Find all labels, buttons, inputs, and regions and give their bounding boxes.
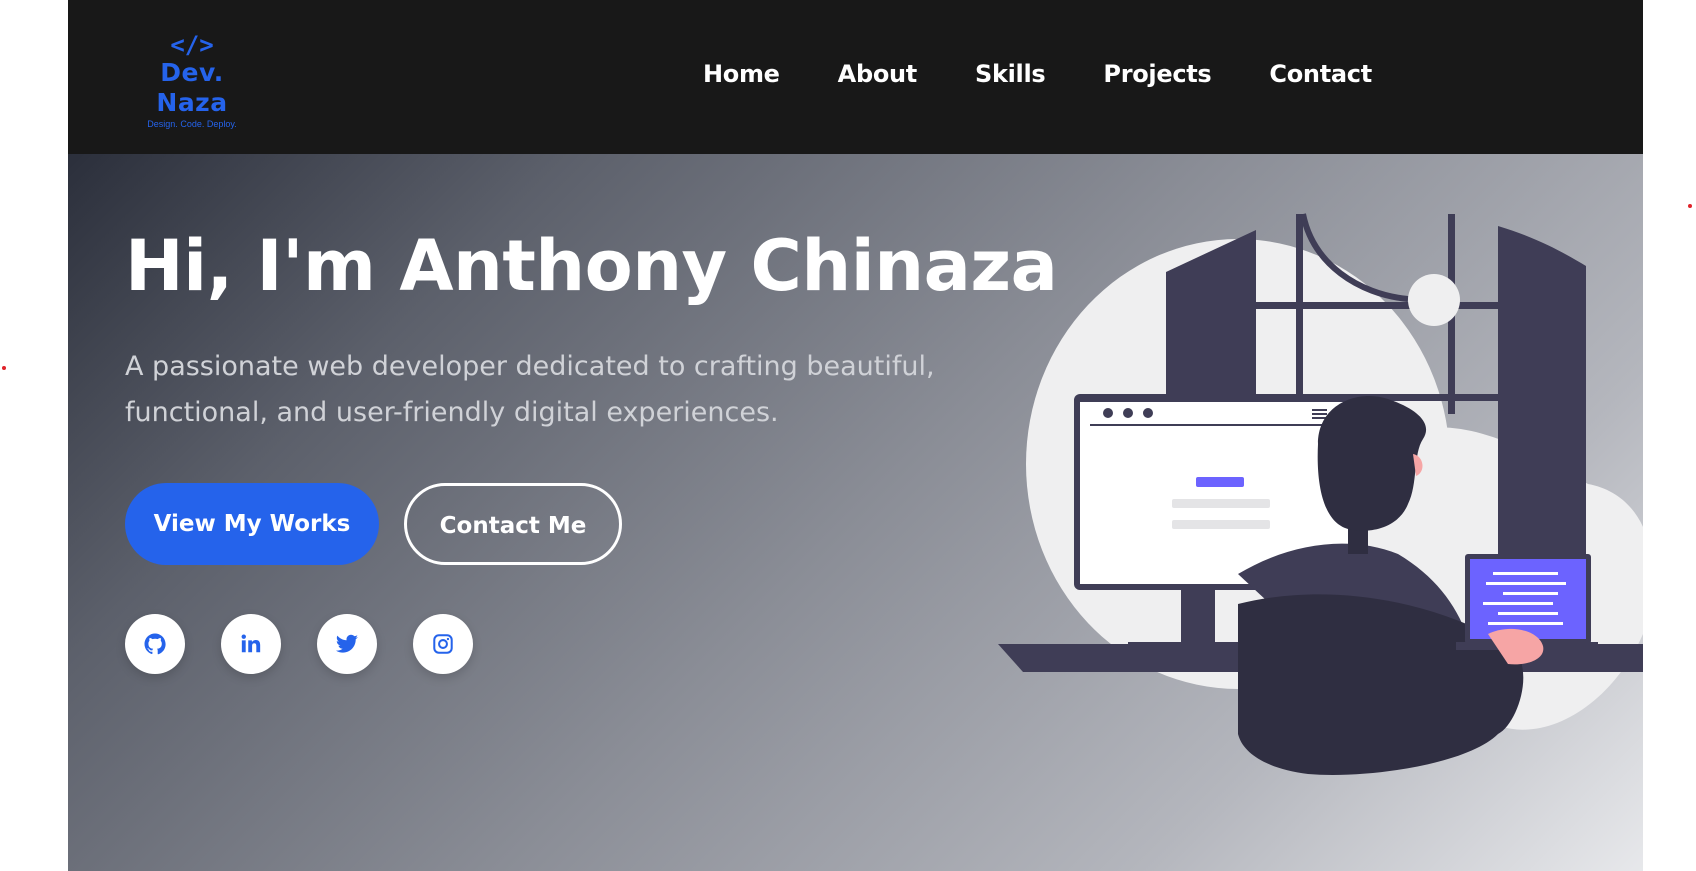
screen-line: [1172, 520, 1270, 529]
view-my-works-button[interactable]: View My Works: [125, 483, 379, 565]
window-shape: [1498, 226, 1586, 579]
browser-divider: [1090, 424, 1338, 426]
window-bar: [1256, 302, 1498, 309]
contact-me-button[interactable]: Contact Me: [404, 483, 622, 565]
brand-logo[interactable]: </> Dev. Naza Design. Code. Deploy.: [122, 32, 262, 130]
hero-subtitle: A passionate web developer dedicated to …: [125, 351, 935, 428]
hero-title: Hi, I'm Anthony Chinaza: [125, 225, 1058, 307]
screen-button: [1196, 477, 1244, 487]
code-line: [1488, 622, 1563, 625]
brand-tagline: Design. Code. Deploy.: [147, 119, 237, 129]
navbar: </> Dev. Naza Design. Code. Deploy. Home…: [68, 0, 1643, 154]
main-nav: Home About Skills Projects Contact: [703, 60, 1372, 88]
brand-name: Dev. Naza: [156, 58, 228, 117]
github-icon: [144, 633, 166, 655]
social-linkedin[interactable]: [221, 614, 281, 674]
nav-skills[interactable]: Skills: [975, 60, 1046, 88]
code-line: [1493, 572, 1558, 575]
code-line: [1498, 612, 1558, 615]
moon-icon: [1408, 274, 1460, 326]
laptop-screen: [1470, 559, 1586, 639]
code-line: [1483, 602, 1553, 605]
social-instagram[interactable]: [413, 614, 473, 674]
code-line: [1486, 582, 1566, 585]
linkedin-icon: [241, 634, 261, 653]
code-line: [1503, 592, 1558, 595]
hero-section: Hi, I'm Anthony Chinaza A passionate web…: [68, 154, 1643, 871]
monitor-stand: [1181, 590, 1215, 646]
decor-dot: [1688, 204, 1692, 208]
browser-dot: [1123, 408, 1133, 418]
social-github[interactable]: [125, 614, 185, 674]
nav-about[interactable]: About: [838, 60, 918, 88]
social-links: [125, 614, 473, 674]
menu-icon: [1312, 413, 1327, 415]
twitter-icon: [336, 634, 358, 653]
instagram-icon: [433, 634, 453, 654]
window-bar: [1296, 214, 1303, 414]
nav-projects[interactable]: Projects: [1103, 60, 1211, 88]
menu-icon: [1312, 409, 1327, 411]
nav-contact[interactable]: Contact: [1269, 60, 1372, 88]
nav-home[interactable]: Home: [703, 60, 780, 88]
browser-dot: [1143, 408, 1153, 418]
code-icon: </>: [170, 31, 214, 59]
screen-line: [1172, 499, 1270, 508]
browser-dot: [1103, 408, 1113, 418]
page-frame: </> Dev. Naza Design. Code. Deploy. Home…: [68, 0, 1643, 871]
decor-dot: [2, 366, 6, 370]
social-twitter[interactable]: [317, 614, 377, 674]
